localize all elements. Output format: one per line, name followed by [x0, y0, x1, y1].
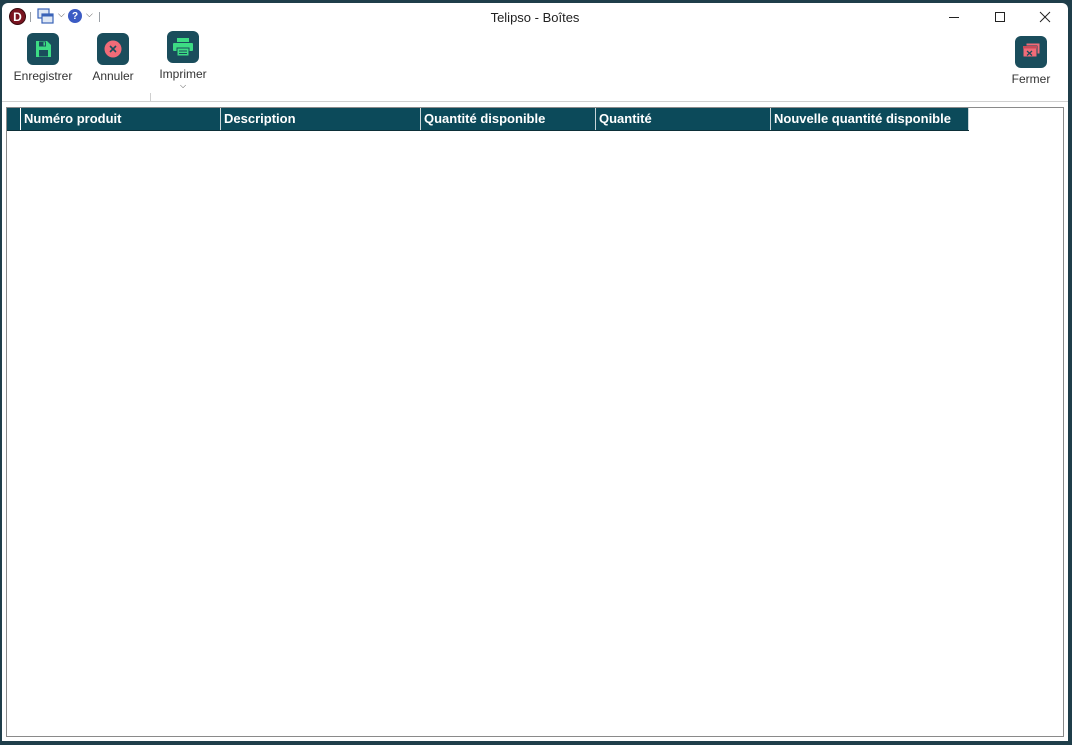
- app-window: D ⌵ ? ⌵ Telipso - Boîtes Enregistrer Ann…: [2, 3, 1068, 741]
- ribbon-toolbar: Enregistrer Annuler Imprimer ⌵ Fermer: [2, 31, 1068, 102]
- printer-icon: [167, 31, 199, 63]
- close-form-icon: [1015, 36, 1047, 68]
- grid-row-selector-header[interactable]: [7, 108, 21, 130]
- column-header-new-available-quantity[interactable]: Nouvelle quantité disponible: [771, 108, 969, 130]
- column-header-description[interactable]: Description: [221, 108, 421, 130]
- print-label: Imprimer: [159, 67, 207, 81]
- save-icon: [27, 33, 59, 65]
- window-title: Telipso - Boîtes: [490, 10, 580, 25]
- minimize-button[interactable]: [931, 3, 977, 31]
- cancel-button[interactable]: Annuler: [82, 33, 144, 83]
- grid-header-border: [7, 130, 969, 131]
- save-label: Enregistrer: [13, 69, 73, 83]
- cancel-icon: [97, 33, 129, 65]
- column-header-available-quantity[interactable]: Quantité disponible: [421, 108, 596, 130]
- ribbon-divider: [2, 101, 1068, 102]
- print-dropdown-chevron-icon[interactable]: ⌵: [180, 82, 186, 90]
- cancel-label: Annuler: [92, 69, 134, 83]
- grid-header-row: Numéro produit Description Quantité disp…: [7, 108, 969, 130]
- close-window-button[interactable]: [1022, 3, 1068, 31]
- column-header-product-number[interactable]: Numéro produit: [21, 108, 221, 130]
- ribbon-group-separator: [150, 93, 151, 101]
- close-icon: [1039, 11, 1051, 23]
- column-header-quantity[interactable]: Quantité: [596, 108, 771, 130]
- close-form-label: Fermer: [1011, 72, 1051, 86]
- products-grid[interactable]: Numéro produit Description Quantité disp…: [6, 107, 1064, 737]
- print-button[interactable]: Imprimer ⌵: [152, 31, 214, 90]
- close-form-button[interactable]: Fermer: [1002, 36, 1060, 86]
- maximize-button[interactable]: [977, 3, 1023, 31]
- title-bar: D ⌵ ? ⌵ Telipso - Boîtes: [2, 3, 1068, 31]
- minimize-icon: [949, 17, 959, 18]
- save-button[interactable]: Enregistrer: [8, 33, 78, 83]
- maximize-icon: [995, 12, 1005, 22]
